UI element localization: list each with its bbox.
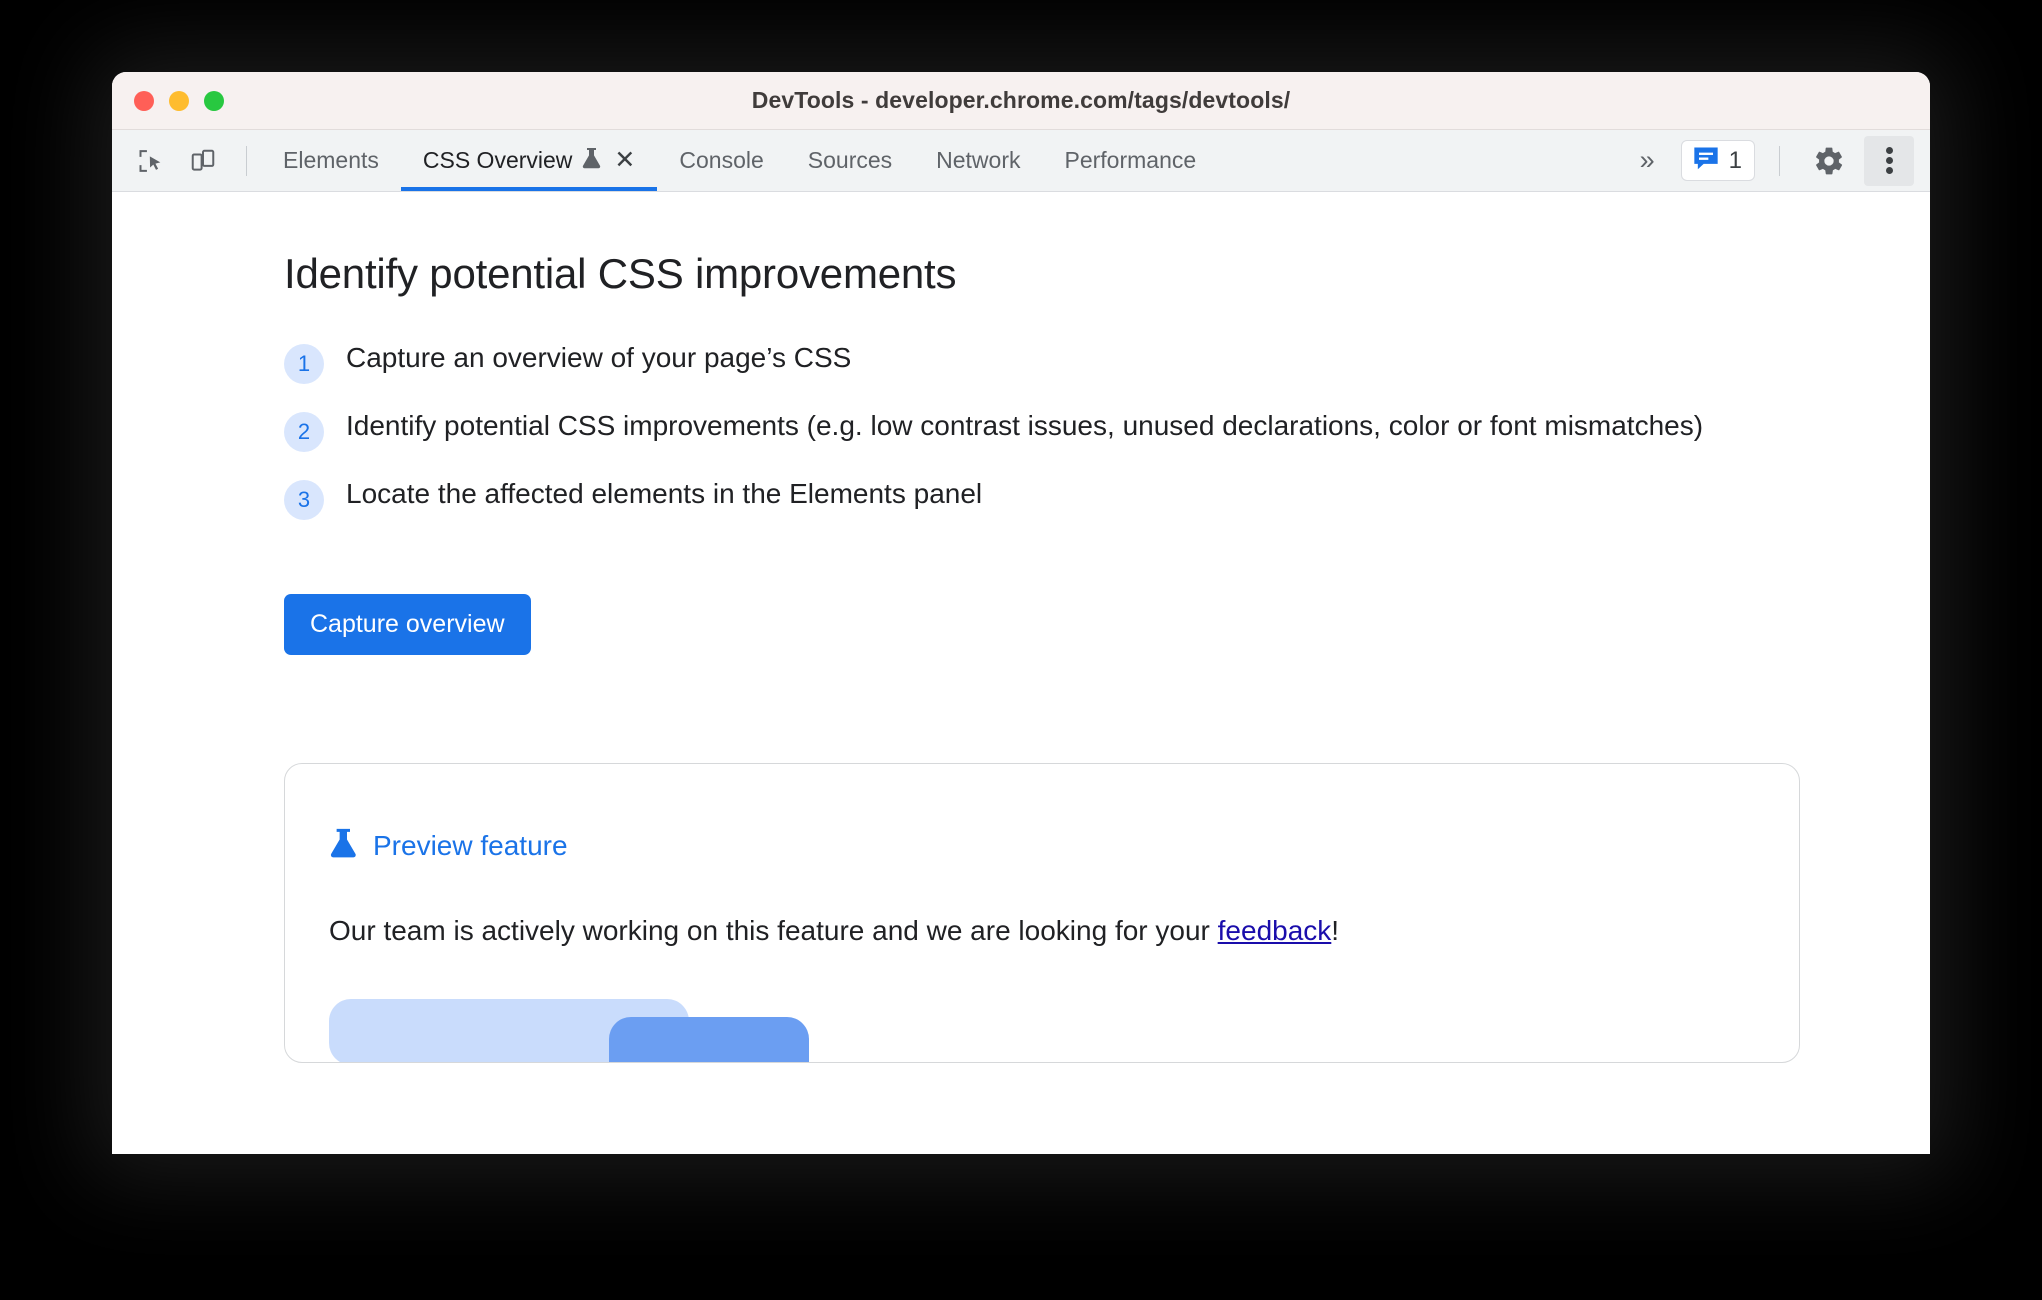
tab-label: CSS Overview [422, 147, 573, 173]
devtools-tabstrip: Elements CSS Overview ✕ Console Sources [112, 130, 1930, 192]
tab-label: Elements [283, 147, 379, 173]
preview-feature-header: Preview feature [329, 826, 1755, 865]
issues-counter-button[interactable]: 1 [1680, 140, 1755, 181]
toolbar-left-icons [112, 130, 261, 191]
window-title: DevTools - developer.chrome.com/tags/dev… [751, 87, 1291, 113]
preview-feature-card: Preview feature Our team is actively wor… [284, 763, 1800, 1063]
list-item: 1 Capture an overview of your page’s CSS [284, 338, 1814, 384]
close-icon[interactable]: ✕ [614, 148, 635, 173]
preview-primary-button[interactable] [609, 1017, 809, 1062]
tab-network[interactable]: Network [914, 130, 1042, 191]
step-number-badge: 3 [284, 480, 324, 520]
toolbar-divider-right [1779, 145, 1780, 176]
traffic-light-group [134, 90, 224, 111]
kebab-dot [1885, 147, 1893, 155]
gear-icon[interactable] [1804, 136, 1854, 186]
preview-feature-title: Preview feature [373, 829, 568, 861]
flask-icon [329, 826, 359, 865]
steps-list: 1 Capture an overview of your page’s CSS… [284, 338, 1930, 520]
list-item: 2 Identify potential CSS improvements (e… [284, 406, 1814, 452]
step-number-badge: 2 [284, 412, 324, 452]
tab-sources[interactable]: Sources [786, 130, 914, 191]
devtools-window: DevTools - developer.chrome.com/tags/dev… [112, 72, 1930, 1154]
maximize-window-button[interactable] [204, 90, 224, 111]
step-number-badge: 1 [284, 344, 324, 384]
capture-overview-button[interactable]: Capture overview [284, 594, 531, 655]
page-title: Identify potential CSS improvements [284, 250, 957, 297]
panel-tab-list: Elements CSS Overview ✕ Console Sources [261, 130, 1218, 191]
preview-feature-body: Our team is actively working on this fea… [329, 915, 1755, 947]
screenshot-root: DevTools - developer.chrome.com/tags/dev… [0, 0, 2042, 1300]
minimize-window-button[interactable] [169, 90, 189, 111]
tab-label: Sources [807, 147, 893, 173]
preview-feature-actions [329, 999, 1755, 1062]
tab-label: Performance [1064, 147, 1197, 173]
kebab-menu-icon[interactable] [1864, 135, 1914, 186]
step-text: Capture an overview of your page’s CSS [346, 342, 852, 373]
window-titlebar: DevTools - developer.chrome.com/tags/dev… [112, 72, 1930, 130]
tab-css-overview[interactable]: CSS Overview ✕ [401, 130, 658, 191]
toolbar-right-group: » 1 [1618, 130, 1930, 191]
tab-label: Network [936, 147, 1021, 173]
step-text: Identify potential CSS improvements (e.g… [346, 410, 1704, 441]
kebab-dot [1885, 166, 1893, 174]
kebab-dot [1885, 157, 1893, 164]
more-tabs-chevron-icon[interactable]: » [1618, 130, 1677, 191]
css-overview-panel: Identify potential CSS improvements 1 Ca… [112, 192, 1930, 1152]
tab-performance[interactable]: Performance [1043, 130, 1219, 191]
flask-icon [581, 146, 603, 176]
tab-console[interactable]: Console [657, 130, 785, 191]
issues-count-label: 1 [1728, 146, 1742, 174]
issues-message-icon [1692, 145, 1720, 176]
panel-content: Identify potential CSS improvements 1 Ca… [112, 250, 1930, 1063]
device-toolbar-icon[interactable] [180, 138, 226, 184]
close-window-button[interactable] [134, 90, 154, 111]
step-text: Locate the affected elements in the Elem… [346, 478, 983, 509]
list-item: 3 Locate the affected elements in the El… [284, 474, 1814, 520]
toolbar-divider [246, 145, 247, 176]
tab-label: Console [679, 147, 764, 173]
preview-body-text-before: Our team is actively working on this fea… [329, 915, 1218, 946]
feedback-link[interactable]: feedback [1218, 915, 1332, 946]
tab-elements[interactable]: Elements [261, 130, 401, 191]
preview-body-text-after: ! [1331, 915, 1340, 946]
inspect-element-icon[interactable] [128, 138, 174, 184]
